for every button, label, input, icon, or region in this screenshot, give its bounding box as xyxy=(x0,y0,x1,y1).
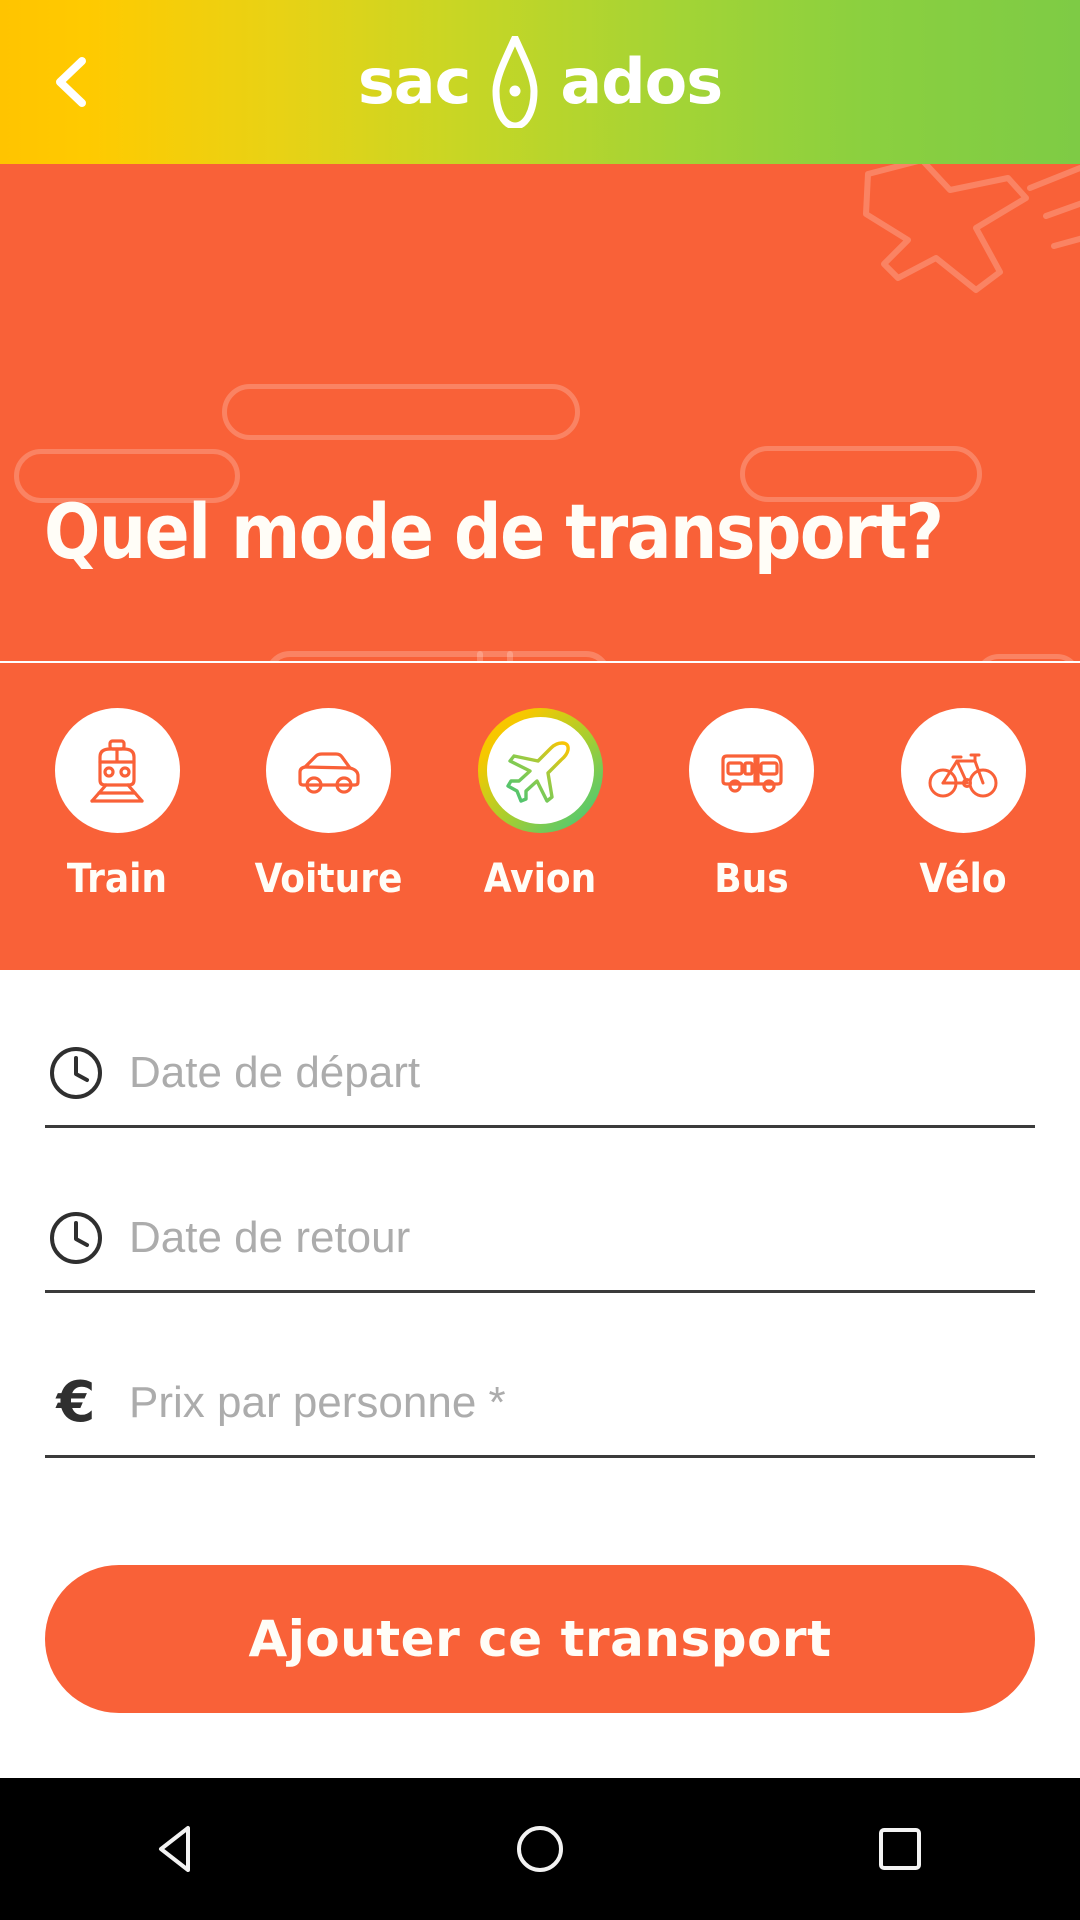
android-navigation-bar xyxy=(0,1778,1080,1920)
nav-back-button[interactable] xyxy=(105,1778,255,1920)
mode-option-bus[interactable]: Bus xyxy=(677,708,827,899)
mode-option-voiture[interactable]: Voiture xyxy=(254,708,404,899)
nav-recents-button[interactable] xyxy=(825,1778,975,1920)
mode-option-avion[interactable]: Avion xyxy=(465,708,615,899)
euro-icon: € xyxy=(56,1369,96,1435)
train-icon xyxy=(90,738,144,803)
bus-icon xyxy=(720,753,783,793)
transport-mode-selector: Train Voiture Avion Bus Vélo xyxy=(0,663,1080,970)
nav-home-button[interactable] xyxy=(465,1778,615,1920)
mode-option-velo[interactable]: Vélo xyxy=(888,708,1038,899)
mode-label-voiture: Voiture xyxy=(254,856,403,902)
field-date-depart[interactable] xyxy=(45,1020,1035,1128)
mode-label-avion: Avion xyxy=(483,856,597,902)
deco-pill xyxy=(975,654,1080,661)
deco-pill xyxy=(222,384,580,440)
circle-home-icon xyxy=(517,1826,563,1872)
mode-circle-train xyxy=(54,708,180,833)
triangle-back-icon xyxy=(159,1826,190,1872)
mode-label-bus: Bus xyxy=(714,856,789,902)
plane-line-art-icon xyxy=(863,164,1080,293)
map-pin-icon xyxy=(492,36,538,128)
app-header: sac ados xyxy=(0,0,1080,164)
mode-label-train: Train xyxy=(66,856,168,902)
mode-circle-avion xyxy=(478,708,603,833)
brand-text-left: sac xyxy=(357,45,471,118)
mode-circle-voiture xyxy=(266,708,391,833)
car-icon xyxy=(297,751,360,794)
field-date-retour[interactable] xyxy=(45,1185,1035,1293)
date-depart-input[interactable] xyxy=(129,1037,1035,1108)
add-transport-button[interactable]: Ajouter ce transport xyxy=(45,1565,1035,1713)
mode-label-velo: Vélo xyxy=(919,856,1007,902)
field-prix[interactable]: € xyxy=(45,1350,1035,1458)
hero-banner: Quel mode de transport? xyxy=(0,164,1080,661)
page-title: Quel mode de transport? xyxy=(44,487,944,576)
bicycle-icon xyxy=(928,753,998,797)
clock-icon xyxy=(45,1042,107,1104)
airplane-icon xyxy=(506,740,570,803)
prix-input[interactable] xyxy=(129,1367,1035,1438)
square-recents-icon xyxy=(879,1828,921,1870)
brand-text-right: ados xyxy=(560,45,723,118)
date-retour-input[interactable] xyxy=(129,1202,1035,1273)
brand-logo: sac ados xyxy=(0,36,1080,128)
mode-circle-bus xyxy=(689,708,814,833)
mode-option-train[interactable]: Train xyxy=(42,708,192,899)
mode-circle-velo xyxy=(900,708,1026,833)
app-screen: sac ados Quel mode de transport? Train V… xyxy=(0,0,1080,1920)
bus-line-art-icon xyxy=(270,651,606,661)
clock-icon xyxy=(45,1207,107,1269)
